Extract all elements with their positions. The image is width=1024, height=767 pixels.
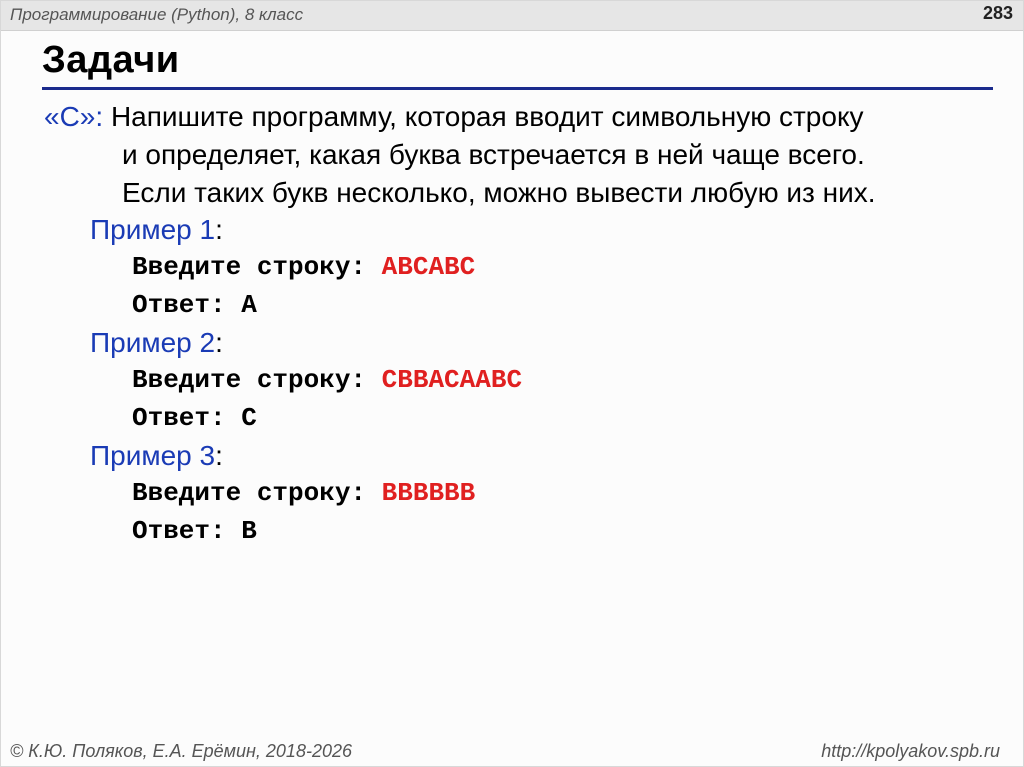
answer-value: B	[241, 516, 257, 546]
title-underline	[42, 87, 993, 90]
prompt-label: Введите строку:	[132, 365, 382, 395]
task-line-2: и определяет, какая буква встречается в …	[122, 139, 865, 170]
course-title: Программирование (Python), 8 класс	[10, 5, 304, 24]
answer-value: C	[241, 403, 257, 433]
example-title: Пример 1:	[90, 212, 475, 248]
footer-copyright: © К.Ю. Поляков, Е.А. Ерёмин, 2018-2026	[10, 741, 352, 761]
page-title: Задачи	[42, 39, 180, 81]
task-line-3: Если таких букв несколько, можно вывести…	[122, 177, 876, 208]
input-value: BBBBBB	[381, 478, 476, 508]
slide: Программирование (Python), 8 класс 283 З…	[0, 0, 1024, 767]
example-title-colon: :	[215, 214, 223, 245]
example-title-text: Пример 3	[90, 440, 216, 471]
prompt-label: Введите строку:	[132, 252, 382, 282]
task-text-1: Напишите программу, которая вводит симво…	[110, 101, 864, 132]
top-bar: Программирование (Python), 8 класс 283	[1, 1, 1023, 31]
example-3: Пример 3: Введите строку: BBBBBB Ответ: …	[90, 438, 475, 550]
example-title: Пример 3:	[90, 438, 475, 474]
prompt-label: Введите строку:	[132, 478, 382, 508]
example-1: Пример 1: Введите строку: ABCABC Ответ: …	[90, 212, 475, 324]
task-label: «C»:	[44, 101, 104, 132]
example-prompt-line: Введите строку: BBBBBB	[90, 474, 475, 512]
task-statement: «C»: Напишите программу, которая вводит …	[44, 98, 1004, 212]
example-title-text: Пример 2	[90, 327, 216, 358]
example-2: Пример 2: Введите строку: CBBACAABC Отве…	[90, 325, 522, 437]
input-value: CBBACAABC	[381, 365, 523, 395]
footer-url[interactable]: http://kpolyakov.spb.ru	[821, 741, 1000, 762]
example-title-text: Пример 1	[90, 214, 216, 245]
example-title-colon: :	[215, 440, 223, 471]
example-title: Пример 2:	[90, 325, 522, 361]
page-number: 283	[982, 3, 1013, 23]
answer-label: Ответ:	[132, 403, 242, 433]
example-answer-line: Ответ: B	[90, 512, 475, 550]
example-prompt-line: Введите строку: CBBACAABC	[90, 361, 522, 399]
example-title-colon: :	[215, 327, 223, 358]
example-prompt-line: Введите строку: ABCABC	[90, 248, 475, 286]
input-value: ABCABC	[381, 252, 476, 282]
answer-value: A	[241, 290, 257, 320]
answer-label: Ответ:	[132, 290, 242, 320]
task-line-1: «C»: Напишите программу, которая вводит …	[44, 98, 1004, 136]
example-answer-line: Ответ: A	[90, 286, 475, 324]
example-answer-line: Ответ: C	[90, 399, 522, 437]
answer-label: Ответ:	[132, 516, 242, 546]
